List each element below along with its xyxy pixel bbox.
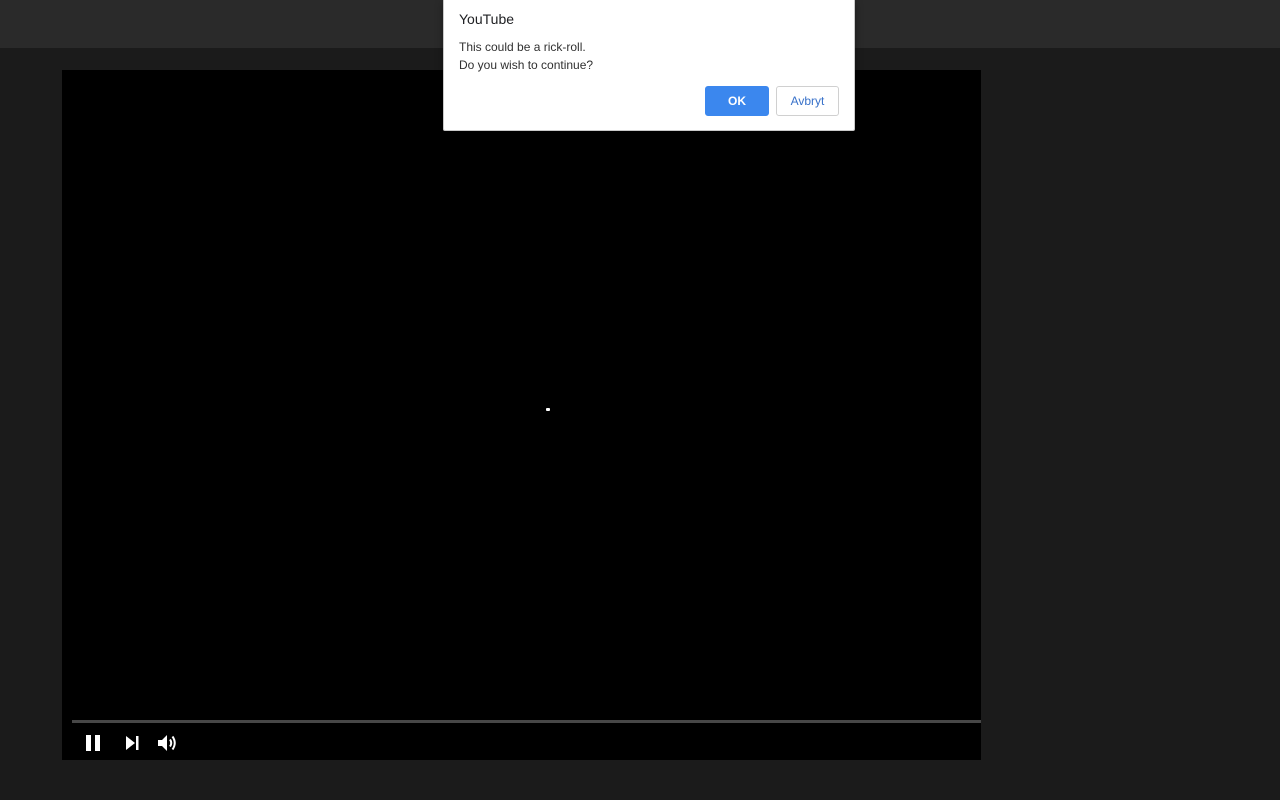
- volume-icon: [157, 733, 179, 753]
- confirm-dialog: YouTube This could be a rick-roll. Do yo…: [443, 0, 855, 131]
- volume-button[interactable]: [155, 730, 181, 756]
- dialog-message-line-1: This could be a rick-roll.: [459, 40, 586, 54]
- ok-button[interactable]: OK: [705, 86, 769, 116]
- pause-button[interactable]: [80, 730, 106, 756]
- dialog-message-line-2: Do you wish to continue?: [459, 58, 594, 72]
- next-button[interactable]: [119, 730, 145, 756]
- dialog-title: YouTube: [459, 11, 515, 27]
- pause-icon: [84, 734, 102, 752]
- skip-next-icon: [123, 734, 141, 752]
- cancel-button[interactable]: Avbryt: [776, 86, 839, 116]
- video-player[interactable]: [62, 70, 981, 760]
- dialog-message: This could be a rick-roll. Do you wish t…: [459, 38, 593, 74]
- loading-spinner: [546, 408, 550, 411]
- progress-bar[interactable]: [72, 720, 981, 723]
- player-controls: [62, 725, 981, 760]
